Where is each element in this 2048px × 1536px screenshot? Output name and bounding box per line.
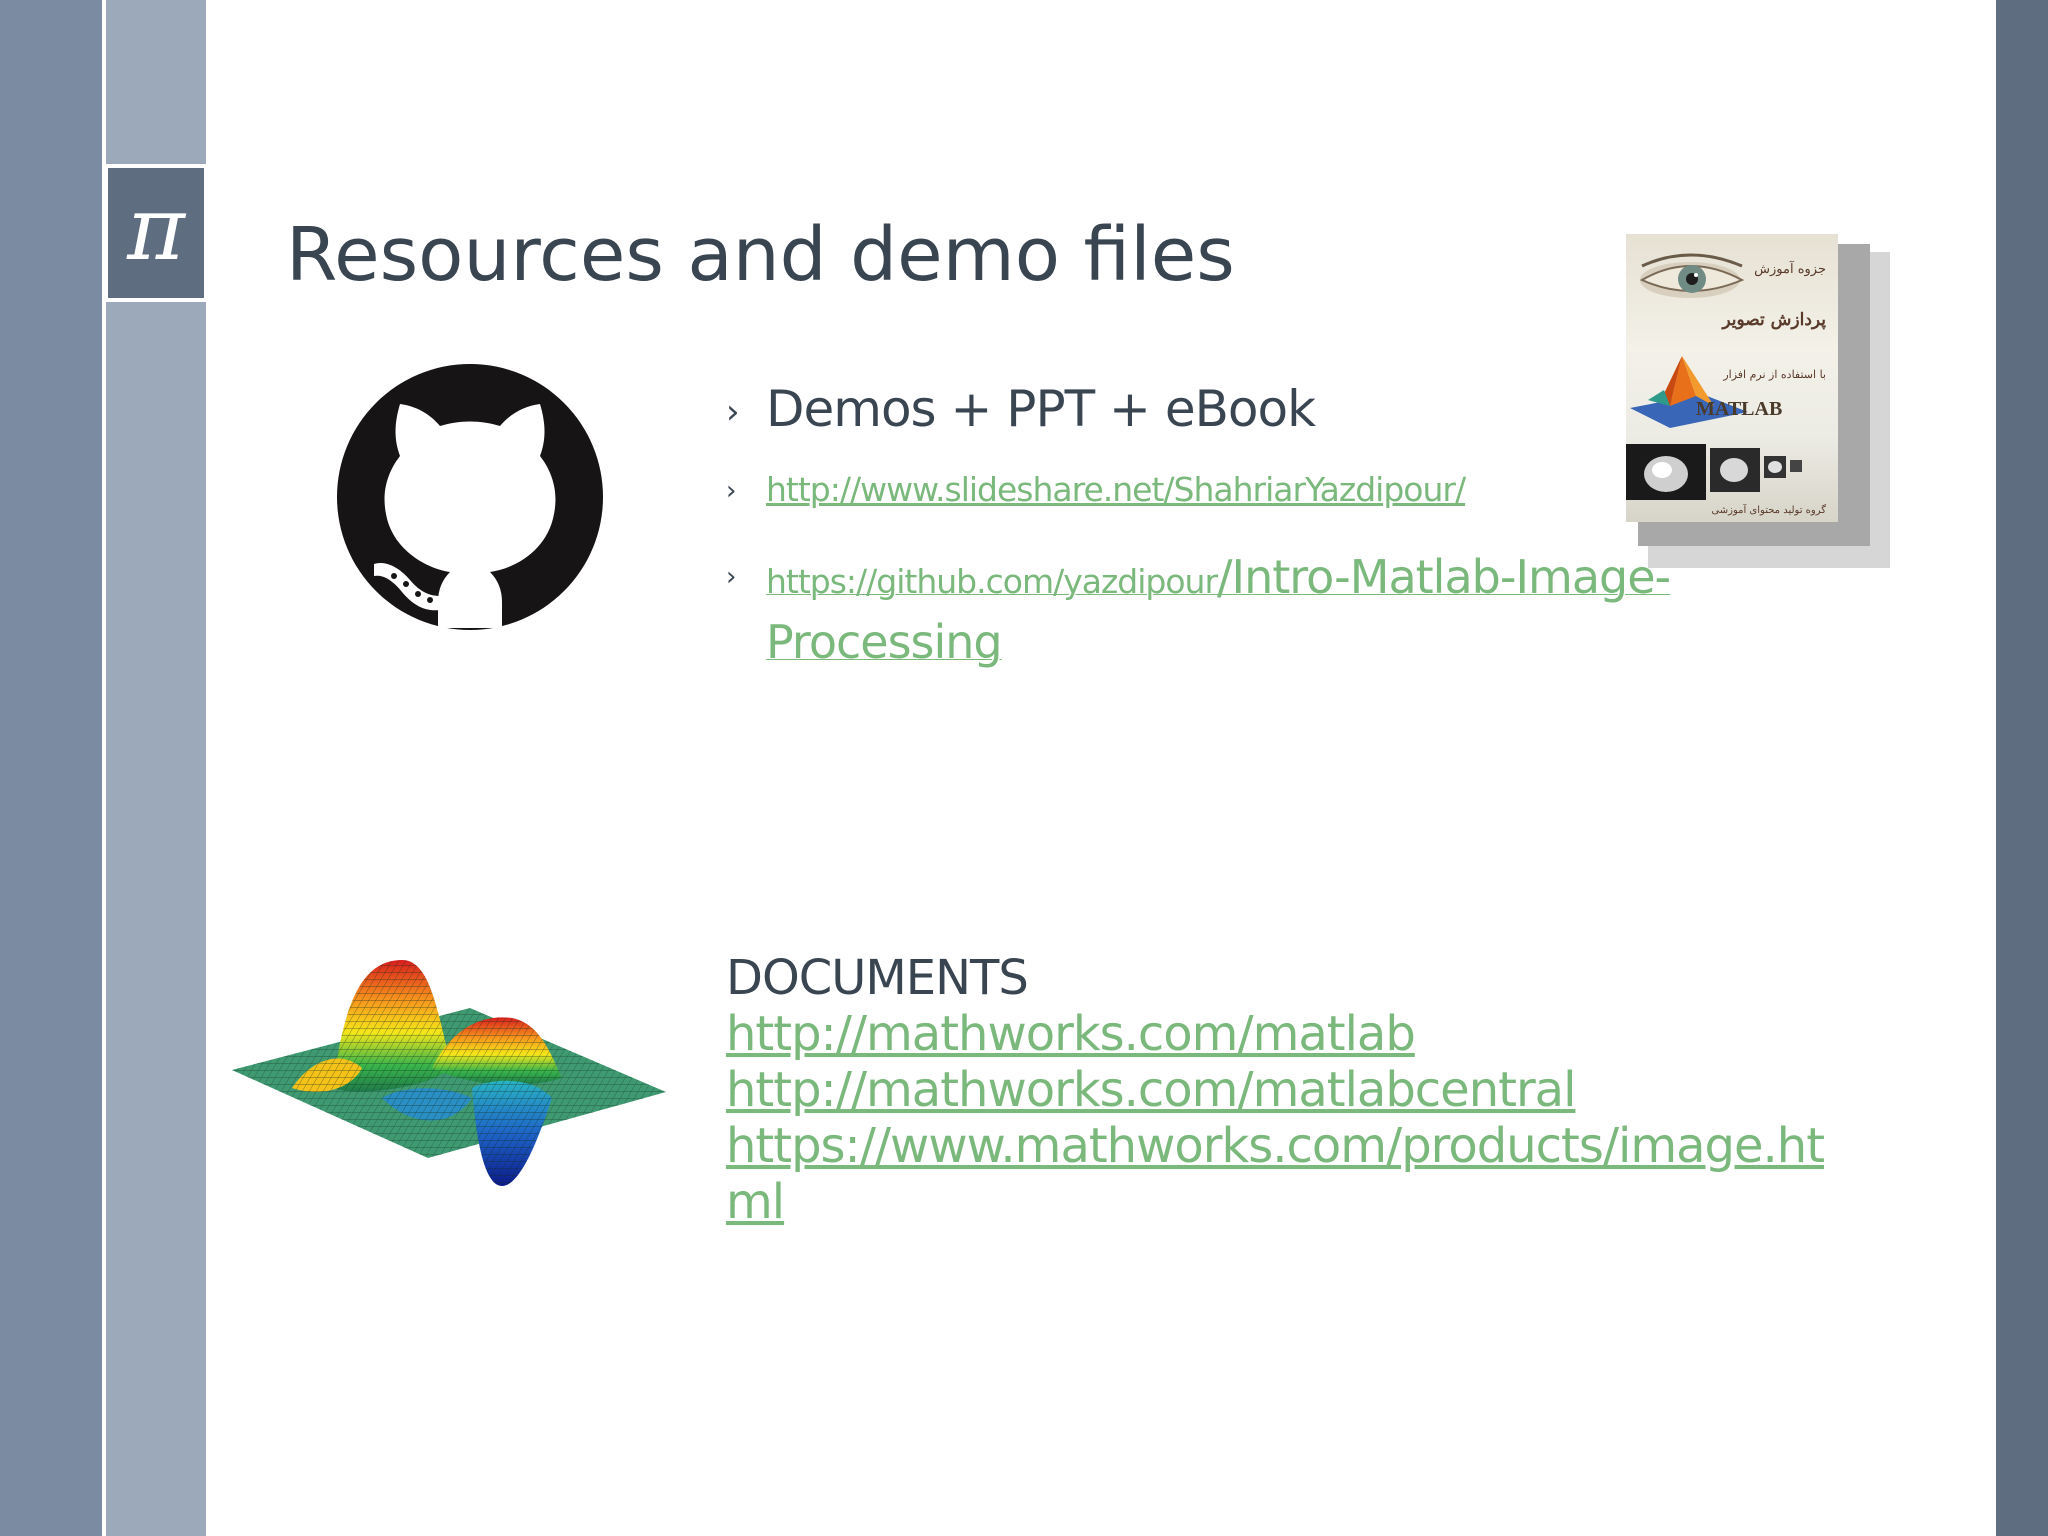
matlab-surface-plot-image [232, 960, 666, 1186]
book-title: پردازش تصویر [1722, 310, 1826, 330]
right-band [1996, 0, 2048, 1536]
mathworks-matlab-link[interactable]: http://mathworks.com/matlab [726, 1006, 1876, 1062]
eye-icon [1639, 253, 1745, 298]
github-repo-link[interactable]: https://github.com/yazdipour/Intro-Matla… [766, 550, 1826, 680]
book-subtitle: جزوه آموزش [1754, 262, 1826, 277]
bullet-arrow-icon: › [726, 562, 737, 592]
image-processing-toolbox-link[interactable]: https://www.mathworks.com/products/image… [726, 1118, 1866, 1230]
list-item: › Demos + PPT + eBook [726, 380, 1826, 470]
documents-section: DOCUMENTS http://mathworks.com/matlab ht… [726, 950, 1876, 1230]
slide-title: Resources and demo files [286, 212, 1235, 298]
list-item: › https://github.com/yazdipour/Intro-Mat… [726, 550, 1826, 680]
documents-heading: DOCUMENTS [726, 950, 1029, 1006]
resources-list: › Demos + PPT + eBook › http://www.slide… [726, 380, 1826, 680]
bullet-arrow-icon: › [726, 392, 740, 432]
github-repo-link-base: https://github.com/yazdipour [766, 562, 1218, 601]
pi-icon: π [104, 164, 208, 302]
slide: π Resources and demo files جزوه آموزش پر [0, 0, 2048, 1536]
list-item: › http://www.slideshare.net/ShahriarYazd… [726, 470, 1826, 550]
left-band-outer [0, 0, 102, 1536]
matlabcentral-link[interactable]: http://mathworks.com/matlabcentral [726, 1062, 1876, 1118]
github-octocat-icon [337, 364, 603, 630]
slideshare-link[interactable]: http://www.slideshare.net/ShahriarYazdip… [766, 470, 1466, 509]
bullet-arrow-icon: › [726, 476, 737, 506]
demos-heading: Demos + PPT + eBook [766, 380, 1316, 438]
